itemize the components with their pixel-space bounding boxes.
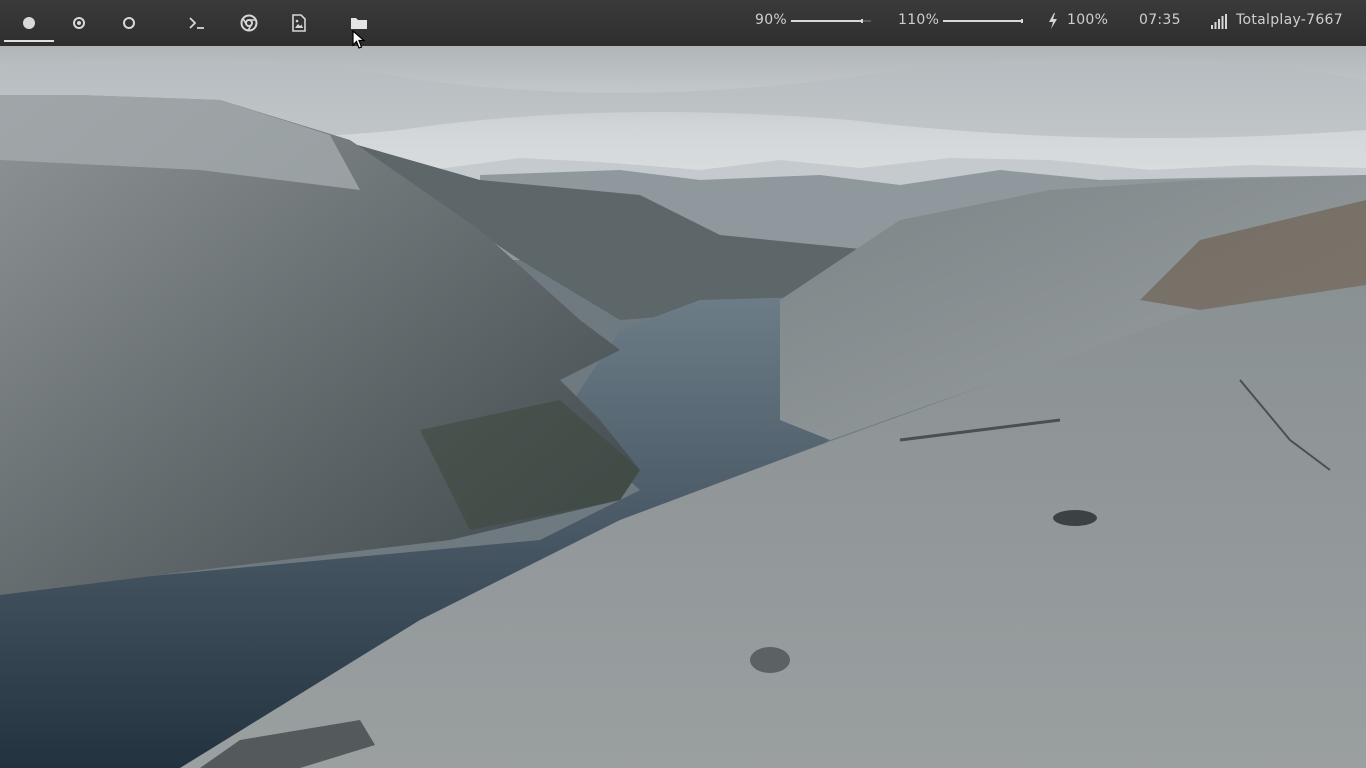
chrome-icon: [240, 14, 258, 32]
workspace-occupied-dot-icon: [73, 17, 85, 29]
volume-value: 110%: [898, 12, 940, 28]
network-name[interactable]: Totalplay-7667: [1236, 12, 1343, 28]
brightness-slider-knob[interactable]: [861, 19, 863, 23]
folder-icon: [351, 18, 367, 29]
volume-slider-knob[interactable]: [1021, 19, 1023, 23]
clock[interactable]: 07:35: [1139, 12, 1181, 28]
terminal-icon: [189, 17, 204, 29]
battery-value: 100%: [1067, 12, 1109, 28]
bolt-icon: [1049, 13, 1057, 29]
workspace-3-button[interactable]: [104, 0, 154, 46]
top-panel: 90% 110% 100% 07:35 Totalplay-7667: [0, 0, 1366, 46]
volume-slider[interactable]: [943, 19, 1023, 23]
image-viewer-icon: [292, 14, 306, 32]
terminal-launcher[interactable]: [185, 11, 209, 35]
desktop-wallpaper: [0, 0, 1366, 768]
chrome-launcher[interactable]: [237, 11, 261, 35]
mouse-pointer-icon: [352, 30, 366, 49]
signal-icon: [1211, 14, 1227, 29]
active-workspace-indicator: [4, 40, 54, 42]
brightness-slider-fill: [791, 20, 863, 22]
workspace-empty-dot-icon: [123, 17, 135, 29]
workspace-active-dot-icon: [23, 17, 35, 29]
brightness-slider[interactable]: [791, 19, 871, 23]
volume-slider-fill: [943, 20, 1023, 22]
image-viewer-launcher[interactable]: [287, 11, 311, 35]
workspace-2-button[interactable]: [54, 0, 104, 46]
brightness-value: 90%: [755, 12, 788, 28]
